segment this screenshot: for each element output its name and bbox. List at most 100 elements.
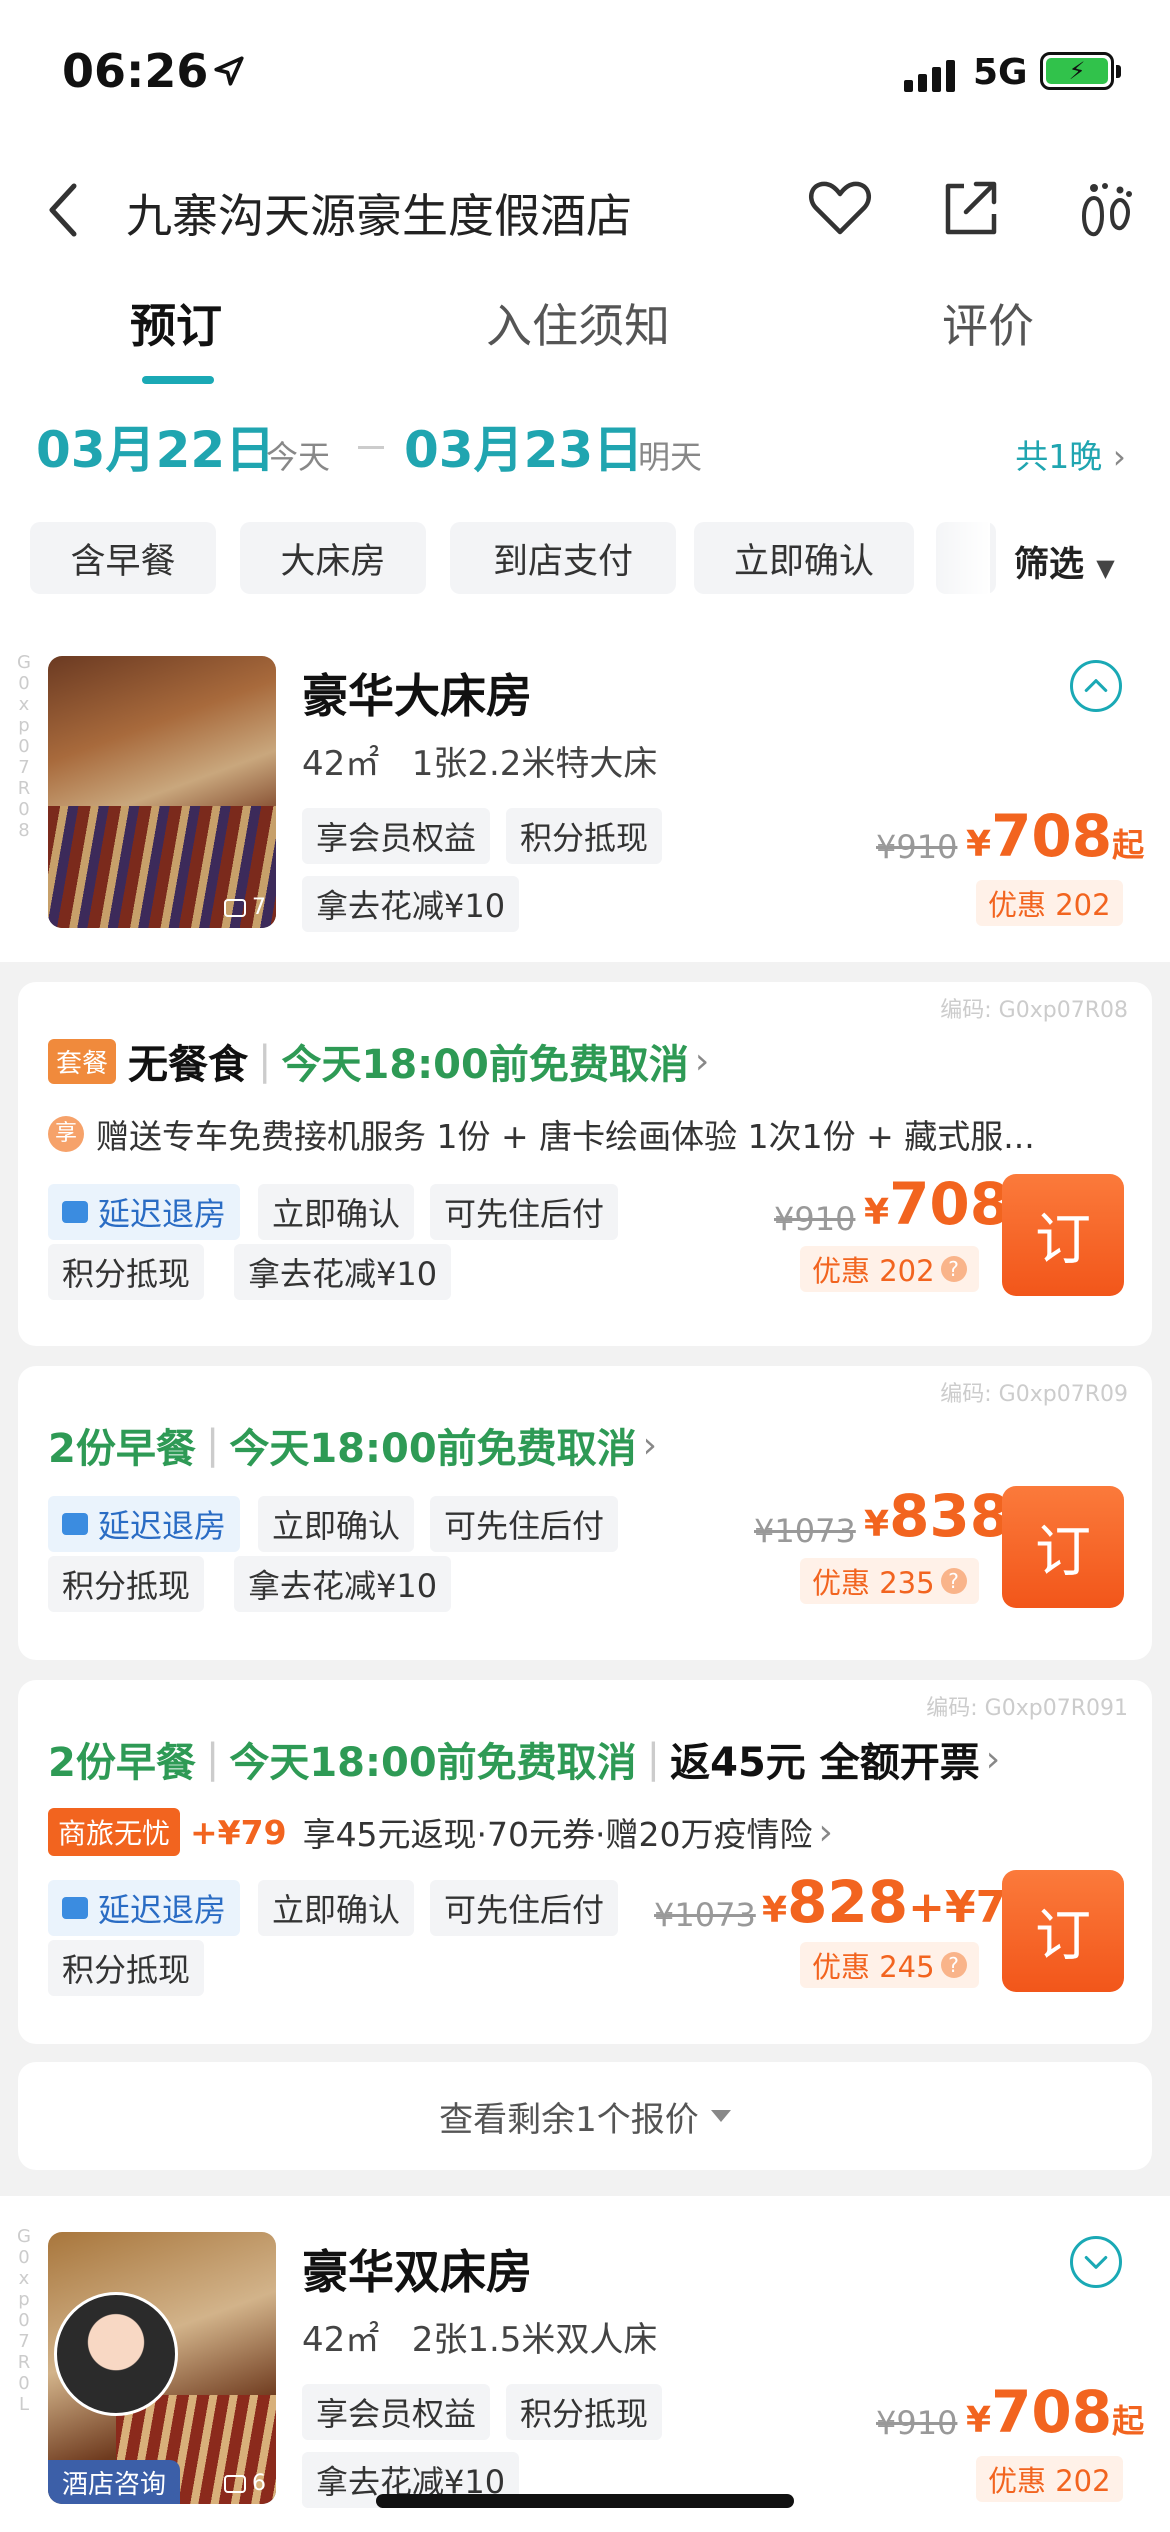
share-icon[interactable] (936, 174, 1004, 242)
cancel-policy: 今天18:00前免费取消 (281, 1042, 689, 1088)
tab-reviews[interactable]: 评价 (942, 290, 1034, 356)
tag-instant-confirm: 立即确认 (258, 1496, 415, 1552)
tag-stay-pay-later: 可先住后付 (430, 1880, 619, 1936)
gift-line[interactable]: 享 赠送专车免费接机服务 1份 + 唐卡绘画体验 1次1份 + 藏式服... (48, 1110, 1035, 1158)
original-price: ¥910 (774, 1200, 856, 1238)
meal-label: 2份早餐 (48, 1740, 196, 1786)
image-icon (224, 2474, 246, 2493)
heart-icon[interactable] (806, 174, 874, 242)
chevron-right-icon: › (694, 1040, 710, 1082)
filter-chip-pay-at-hotel[interactable]: 到店支付 (450, 522, 676, 594)
divider: | (205, 1736, 220, 1782)
room-name: 豪华双床房 (302, 2245, 532, 2299)
late-checkout-tag: 延迟退房 (48, 1880, 241, 1936)
room-photo[interactable]: 7 (48, 656, 276, 928)
divider: | (205, 1422, 220, 1468)
tag-huabei-discount: 拿去花减¥10 (234, 1556, 452, 1612)
signal-icon (904, 58, 958, 92)
meal-label: 无餐食 (128, 1042, 249, 1088)
filter-fade (930, 522, 990, 594)
tag-huabei-discount: 拿去花减¥10 (302, 876, 520, 932)
tag-member-benefit: 享会员权益 (302, 808, 491, 864)
battery-charging-icon: ⚡ (1040, 52, 1121, 90)
late-checkout-tag: 延迟退房 (48, 1184, 241, 1240)
cancel-policy: 今天18:00前免费取消 (229, 1426, 637, 1472)
status-bar: 06:26 5G ⚡ (0, 0, 1170, 150)
question-icon: ? (940, 1256, 967, 1282)
tag-points: 积分抵现 (48, 1556, 205, 1612)
checkin-date[interactable]: 03月22日 (36, 410, 275, 482)
cancel-policy: 今天18:00前免费取消 (229, 1740, 637, 1786)
date-selector[interactable]: 03月22日 今天 03月23日 明天 共1晚 › (0, 410, 1170, 490)
cashback-invoice: 返45元 全额开票 (670, 1740, 980, 1786)
book-button[interactable]: 订 (1002, 1174, 1124, 1296)
tag-instant-confirm: 立即确认 (258, 1184, 415, 1240)
room-card-deluxe-king[interactable]: G0xp07R08 7 豪华大床房 42㎡ 1张2.2米特大床 享会员权益 积分… (0, 640, 1170, 962)
filter-chip-instant-confirm[interactable]: 立即确认 (694, 522, 914, 594)
avatar (54, 2292, 178, 2416)
divider: | (646, 1736, 661, 1782)
date-separator (358, 446, 384, 449)
crown-icon (62, 1201, 88, 1223)
hotel-consult-button[interactable]: 酒店咨询 (48, 2460, 180, 2504)
business-travel-line[interactable]: 商旅无忧 +¥79 享45元返现·70元券·赠20万疫情险 › (48, 1808, 833, 1856)
room-photo[interactable]: 酒店咨询 6 (48, 2232, 276, 2504)
chevron-down-icon[interactable] (1070, 2236, 1122, 2288)
business-badge: 商旅无忧 (48, 1808, 181, 1856)
question-icon: ? (940, 1568, 967, 1594)
rate-title-line[interactable]: 套餐 无餐食 | 今天18:00前免费取消 › (48, 1032, 709, 1090)
filter-chip-king-bed[interactable]: 大床房 (240, 522, 426, 594)
room-price: ¥708起 (966, 802, 1145, 870)
view-more-label: 查看剩余1个报价 (439, 2099, 699, 2140)
footprint-icon[interactable] (1072, 174, 1140, 242)
header-area: 06:26 5G ⚡ 九寨沟天源豪生度假酒店 预订 入住须知 评价 03月22日… (0, 0, 1170, 640)
tag-points: 积分抵现 (506, 808, 663, 864)
book-button[interactable]: 订 (1002, 1870, 1124, 1992)
checkin-label: 今天 (266, 438, 331, 476)
photo-count: 7 (224, 895, 266, 920)
chevron-left-icon[interactable] (44, 180, 84, 240)
rate-price: ¥838 (864, 1482, 1011, 1550)
package-badge: 套餐 (48, 1038, 117, 1084)
room-card-deluxe-twin[interactable]: G0xp07R0L 酒店咨询 6 豪华双床房 42㎡ 2张1.5米双人床 享会员… (0, 2196, 1170, 2532)
caret-down-icon (710, 2110, 731, 2122)
chevron-right-icon: › (818, 1811, 833, 1853)
hotel-title: 九寨沟天源豪生度假酒店 (126, 189, 632, 243)
gift-text: 赠送专车免费接机服务 1份 + 唐卡绘画体验 1次1份 + 藏式服... (96, 1117, 1035, 1156)
caret-down-icon: ▼ (1096, 554, 1115, 582)
book-button[interactable]: 订 (1002, 1486, 1124, 1608)
rate-plan-card[interactable]: 编码: G0xp07R091 2份早餐 | 今天18:00前免费取消 | 返45… (18, 1680, 1152, 2044)
filter-button[interactable]: 筛选 ▼ (1014, 536, 1115, 587)
business-addon-price: +¥79 (190, 1812, 287, 1852)
divider: | (258, 1038, 272, 1084)
original-price: ¥1073 (754, 1512, 856, 1550)
tab-checkin-notice[interactable]: 入住须知 (486, 290, 670, 356)
checkout-date[interactable]: 03月23日 (404, 410, 643, 482)
room-code-vertical: G0xp07R0L (17, 2226, 31, 2415)
crown-icon (62, 1897, 88, 1919)
gift-icon: 享 (48, 1116, 84, 1152)
tab-indicator (142, 376, 214, 384)
tab-booking[interactable]: 预订 (130, 290, 222, 356)
business-perks: 享45元返现·70元券·赠20万疫情险 (302, 1815, 813, 1854)
discount-badge: 优惠 202 (976, 880, 1123, 926)
chevron-right-icon: › (985, 1738, 1001, 1780)
chevron-up-icon[interactable] (1070, 660, 1122, 712)
tag-points: 积分抵现 (506, 2384, 663, 2440)
nights-count[interactable]: 共1晚 › (1015, 430, 1126, 478)
home-indicator (376, 2494, 794, 2508)
view-more-rates-button[interactable]: 查看剩余1个报价 (18, 2062, 1152, 2170)
original-price: ¥1073 (654, 1896, 756, 1934)
room-price: ¥708起 (966, 2378, 1145, 2446)
nav-bar: 九寨沟天源豪生度假酒店 (0, 160, 1170, 260)
rate-title-line[interactable]: 2份早餐 | 今天18:00前免费取消 | 返45元 全额开票 › (48, 1730, 1000, 1788)
late-checkout-tag: 延迟退房 (48, 1496, 241, 1552)
tag-stay-pay-later: 可先住后付 (430, 1184, 619, 1240)
rate-title-line[interactable]: 2份早餐 | 今天18:00前免费取消 › (48, 1416, 657, 1474)
rate-plan-card[interactable]: 编码: G0xp07R09 2份早餐 | 今天18:00前免费取消 › 延迟退房… (18, 1366, 1152, 1660)
rate-plan-card[interactable]: 编码: G0xp07R08 套餐 无餐食 | 今天18:00前免费取消 › 享 … (18, 982, 1152, 1346)
tab-bar: 预订 入住须知 评价 (0, 290, 1170, 390)
filter-chip-breakfast[interactable]: 含早餐 (30, 522, 216, 594)
rate-price: ¥708 (864, 1170, 1011, 1238)
rate-code: 编码: G0xp07R091 (926, 1696, 1128, 1721)
